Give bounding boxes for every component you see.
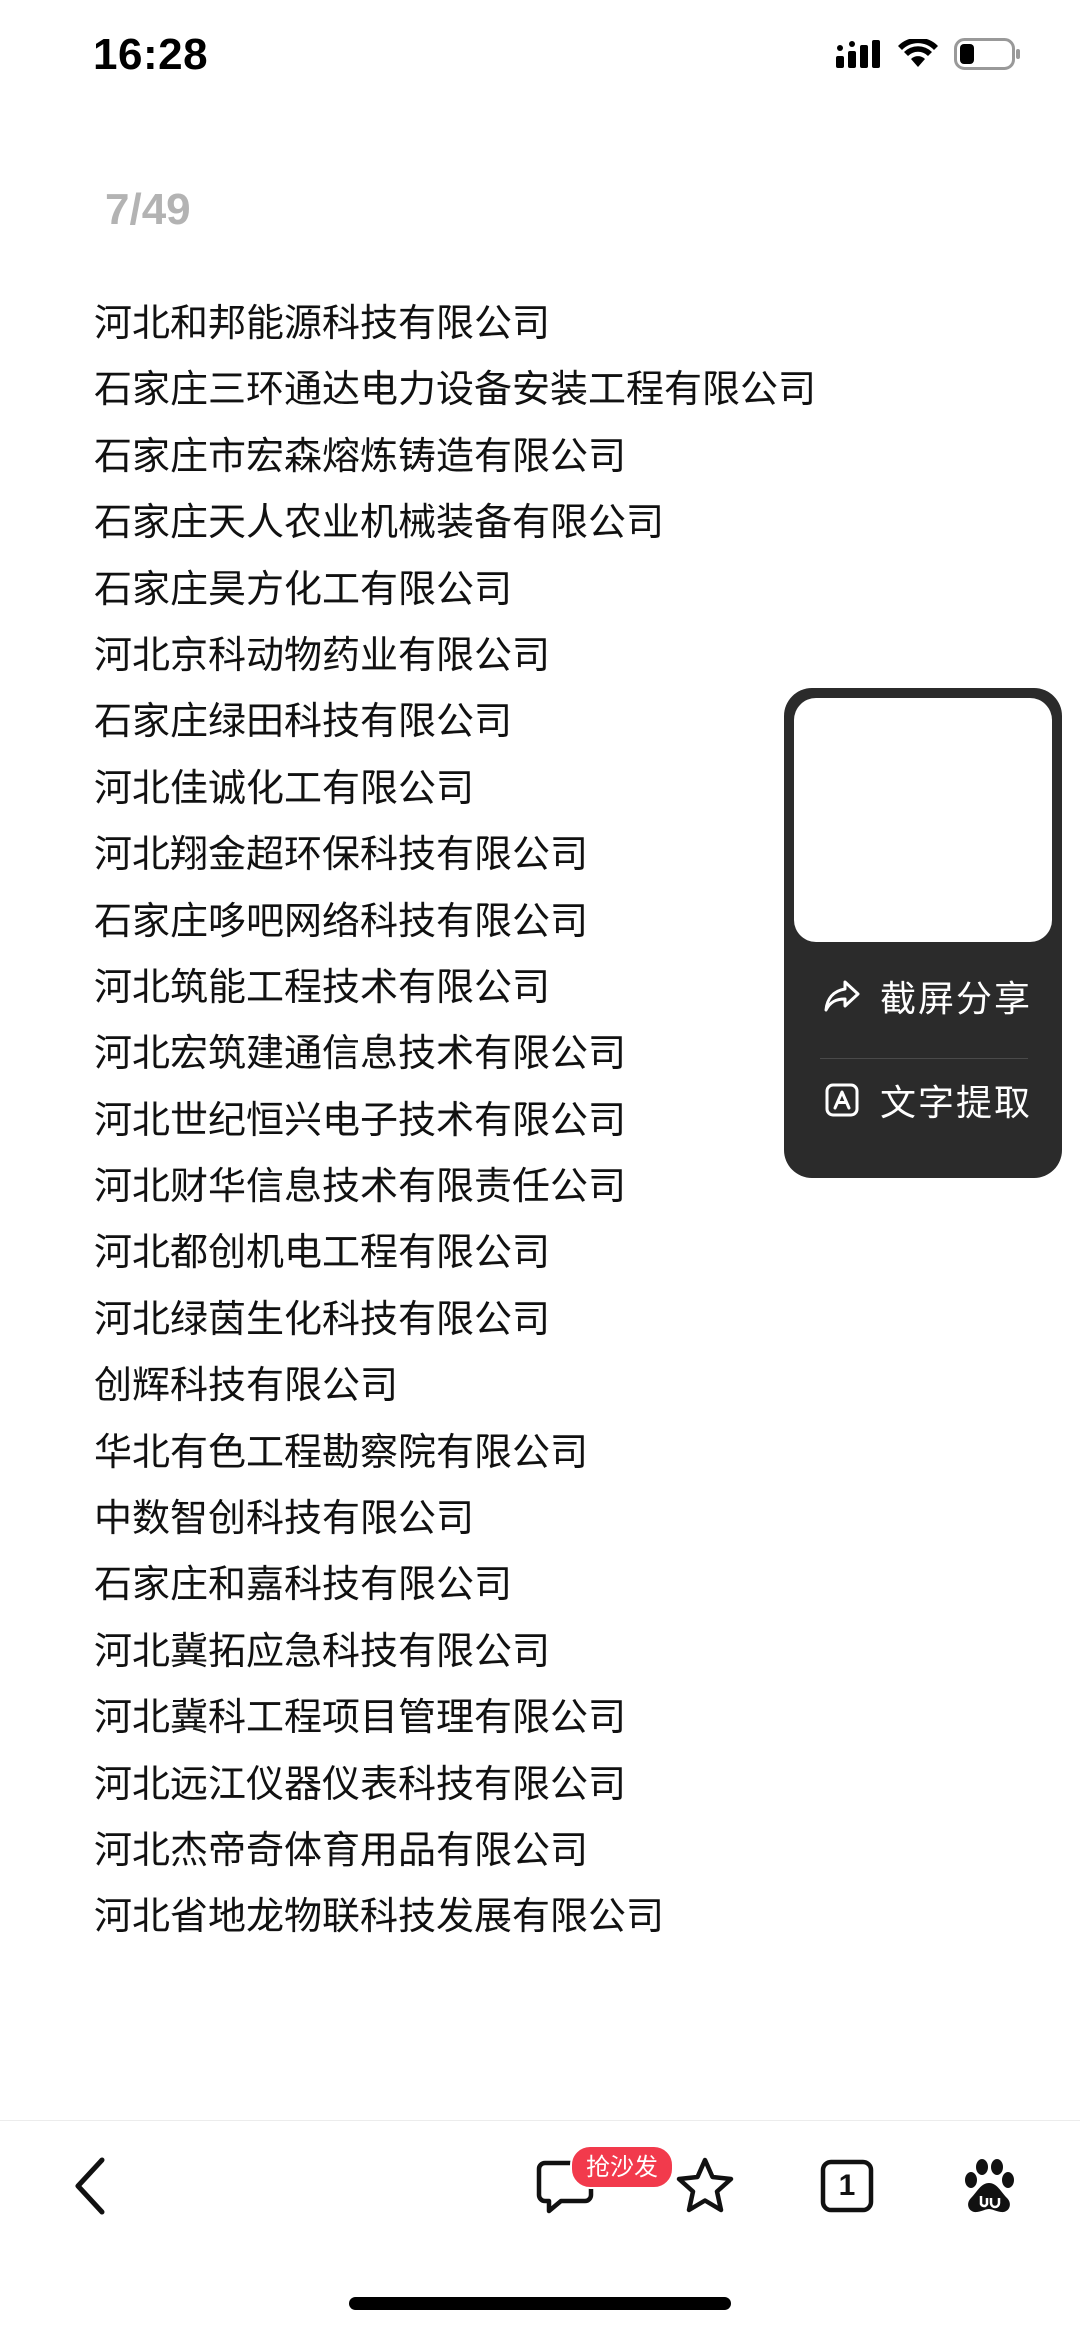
extract-label: 文字提取 [880,1083,1033,1124]
list-item: 石家庄和嘉科技有限公司 [94,1562,513,1607]
screenshot-thumbnail[interactable] [794,698,1052,942]
wifi-icon [898,39,938,67]
baidu-button[interactable] [944,2141,1034,2231]
screenshot-panel: 截屏分享 文字提取 [784,688,1062,1178]
favorite-button[interactable] [660,2141,750,2231]
list-item: 石家庄市宏森熔炼铸造有限公司 [94,433,627,478]
baidu-paw-icon [965,2159,1014,2213]
battery-icon [954,38,1020,70]
tab-count: 1 [838,2169,856,2202]
text-extract-icon [822,1080,862,1120]
status-bar: 16:28 [0,0,1080,120]
list-item: 中数智创科技有限公司 [94,1496,475,1541]
list-item: 河北远江仪器仪表科技有限公司 [94,1761,627,1806]
list-item: 河北都创机电工程有限公司 [94,1230,551,1275]
list-item: 河北省地龙物联科技发展有限公司 [94,1894,665,1939]
star-icon [676,2157,734,2213]
share-label: 截屏分享 [880,979,1033,1020]
back-button[interactable] [45,2141,135,2231]
status-icons [836,38,1022,70]
share-arrow-icon [822,976,862,1016]
home-indicator[interactable] [349,2297,731,2310]
page-counter: 7/49 [105,185,191,234]
list-item: 河北绿茵生化科技有限公司 [94,1296,551,1341]
bottom-toolbar: 抢沙发 1 [0,2120,1080,2251]
list-item: 石家庄三环通达电力设备安装工程有限公司 [94,367,817,412]
list-item: 河北冀科工程项目管理有限公司 [94,1695,627,1740]
list-item: 河北京科动物药业有限公司 [94,632,551,677]
text-extract-button[interactable]: 文字提取 [784,1052,1062,1148]
tabs-button[interactable]: 1 [802,2141,892,2231]
list-item: 石家庄昊方化工有限公司 [94,566,513,611]
comment-badge: 抢沙发 [570,2145,674,2189]
list-item: 河北杰帝奇体育用品有限公司 [94,1827,589,1872]
list-item: 华北有色工程勘察院有限公司 [94,1429,589,1474]
back-chevron-icon [75,2157,105,2215]
signal-icon [836,40,880,68]
list-item: 石家庄天人农业机械装备有限公司 [94,500,665,545]
list-item: 河北和邦能源科技有限公司 [94,301,551,345]
list-item: 创辉科技有限公司 [94,1363,399,1408]
screenshot-share-button[interactable]: 截屏分享 [784,948,1062,1044]
list-item: 河北冀拓应急科技有限公司 [94,1628,551,1673]
status-time: 16:28 [93,30,209,79]
